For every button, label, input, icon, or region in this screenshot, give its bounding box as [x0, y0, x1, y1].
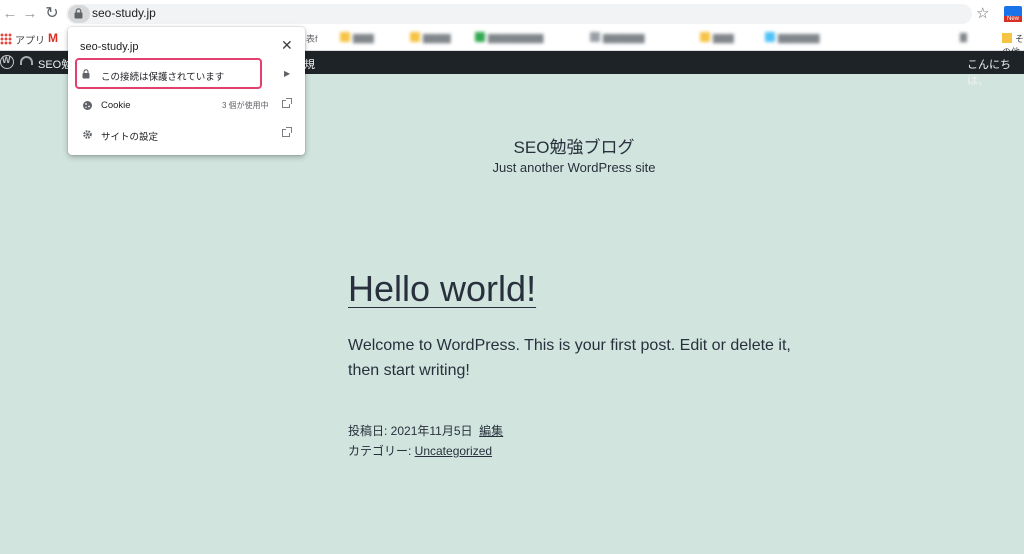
open-external-icon: [282, 127, 292, 137]
post-meta-category: カテゴリー: Uncategorized: [348, 442, 492, 459]
open-external-icon: [282, 98, 292, 108]
category-label: カテゴリー:: [348, 444, 415, 458]
cookie-label: Cookie: [101, 100, 131, 111]
highlight-box: [75, 58, 262, 89]
post-title[interactable]: Hello world!: [348, 268, 536, 310]
lock-icon: [74, 8, 83, 19]
bookmark-item-blurred[interactable]: ▇: [960, 32, 967, 46]
dashboard-icon[interactable]: [20, 56, 33, 65]
wordpress-logo-icon[interactable]: [0, 55, 14, 69]
site-info-popup: seo-study.jp ✕ この接続は保護されています ▶ Cookie 3 …: [68, 27, 305, 155]
browser-toolbar: ← → ↻ seo-study.jp ☆ New: [0, 0, 1024, 29]
category-link[interactable]: Uncategorized: [415, 444, 492, 458]
post-meta-date: 投稿日: 2021年11月5日 編集: [348, 422, 503, 439]
back-arrow-icon[interactable]: ←: [0, 4, 20, 24]
close-icon[interactable]: ✕: [281, 37, 293, 54]
bookmark-item-blurred[interactable]: ▇▇▇▇▇▇▇▇: [475, 32, 543, 46]
extension-icon[interactable]: New: [1004, 6, 1022, 22]
cookie-count: 3 個が使用中: [222, 101, 269, 110]
chevron-right-icon: ▶: [284, 69, 291, 78]
site-info-lock-button[interactable]: [68, 5, 90, 23]
url-text[interactable]: seo-study.jp: [92, 6, 156, 20]
bookmark-star-icon[interactable]: ☆: [976, 4, 989, 22]
admin-bar-new[interactable]: 規: [304, 56, 315, 72]
bookmark-item-blurred[interactable]: ▇▇▇▇▇▇: [590, 32, 645, 46]
gmail-icon[interactable]: M: [48, 31, 58, 45]
bookmark-item-blurred[interactable]: ▇▇▇▇▇▇: [765, 32, 820, 46]
bookmark-item-blurred[interactable]: ▇▇▇: [700, 32, 734, 46]
site-description: Just another WordPress site: [492, 160, 656, 175]
admin-bar-howdy[interactable]: こんにちは、: [967, 56, 1024, 88]
popup-host: seo-study.jp: [80, 41, 139, 53]
bookmark-item[interactable]: 表f: [306, 32, 318, 46]
cookie-icon: [83, 101, 92, 110]
bookmark-item-blurred[interactable]: ▇▇▇: [340, 32, 374, 46]
apps-grid-icon[interactable]: [0, 33, 12, 45]
edit-link[interactable]: 編集: [479, 424, 503, 438]
post-body: Welcome to WordPress. This is your first…: [348, 337, 791, 379]
bookmark-item-blurred[interactable]: ▇▇▇▇: [410, 32, 451, 46]
reload-icon[interactable]: ↻: [42, 4, 62, 24]
posted-on-label: 投稿日:: [348, 424, 391, 438]
gear-icon: [83, 130, 92, 139]
forward-arrow-icon[interactable]: →: [20, 4, 40, 24]
address-bar[interactable]: seo-study.jp: [66, 4, 972, 24]
post-date: 2021年11月5日: [390, 424, 473, 438]
cookie-item[interactable]: Cookie 3 個が使用中: [68, 93, 305, 119]
site-settings-label: サイトの設定: [101, 132, 159, 143]
bookmark-apps[interactable]: アプリ: [15, 32, 45, 47]
site-settings-item[interactable]: サイトの設定: [68, 122, 305, 148]
